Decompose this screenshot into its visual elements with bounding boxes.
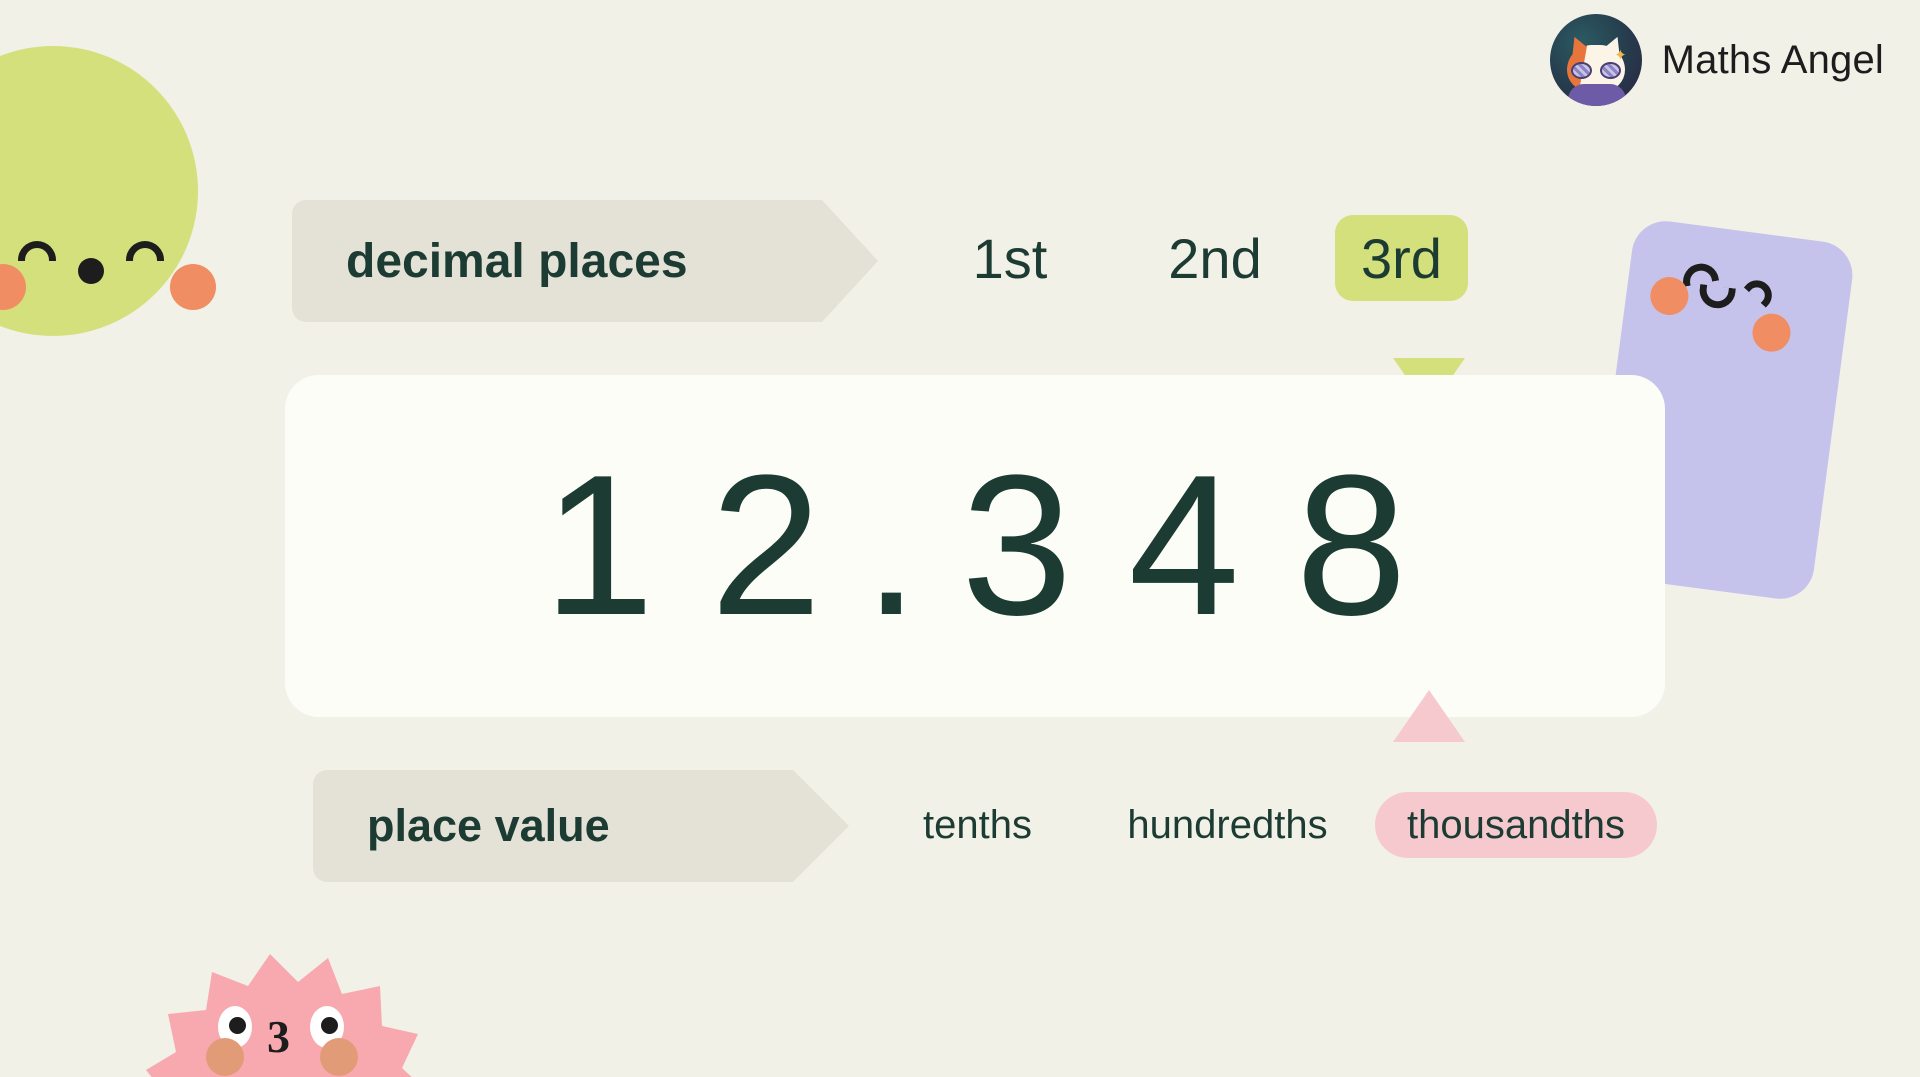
decimal-point: .: [863, 434, 920, 657]
digit-units: 2: [710, 434, 822, 657]
digit-thousandths: 8: [1295, 434, 1407, 657]
place-value-label: place value: [313, 770, 849, 882]
digit-tenths: 3: [961, 434, 1073, 657]
blush-left-icon: [0, 264, 26, 310]
ordinal-option-1st[interactable]: 1st: [955, 215, 1065, 301]
sunglasses-icon: [1570, 62, 1621, 79]
eye-right-icon: [126, 241, 164, 261]
triangle-up-icon: [1393, 690, 1465, 742]
ordinal-option-2nd[interactable]: 2nd: [1155, 215, 1275, 301]
brand-header: ✦ Maths Angel: [1549, 14, 1884, 106]
ordinal-option-3rd[interactable]: 3rd: [1335, 215, 1468, 301]
digit-ones: 1: [543, 434, 655, 657]
kawaii-spiky-blob-face-icon: 3: [130, 948, 440, 1077]
sparkle-icon: ✦: [1614, 47, 1627, 64]
place-value-tenths-text: tenths: [923, 802, 1032, 847]
place-value-option-tenths[interactable]: tenths: [905, 792, 1050, 858]
lens-left-icon: [1570, 62, 1592, 79]
ordinal-1st-text: 1st: [972, 226, 1048, 290]
ordinal-2nd-text: 2nd: [1168, 226, 1262, 290]
mouth-three-icon: 3: [267, 1011, 290, 1062]
place-value-label-text: place value: [367, 800, 610, 851]
mouth-icon: [78, 258, 104, 284]
smile-mouth-icon: [1697, 283, 1736, 311]
digit-hundredths: 4: [1128, 434, 1240, 657]
decimal-places-label-text: decimal places: [346, 234, 688, 288]
place-value-thousandths-text: thousandths: [1407, 802, 1625, 847]
ordinal-3rd-text: 3rd: [1361, 226, 1442, 290]
decimal-places-label: decimal places: [292, 200, 878, 322]
lens-right-icon: [1599, 62, 1621, 79]
wink-eye-right-icon: [1743, 274, 1779, 308]
brand-name: Maths Angel: [1661, 37, 1884, 82]
number-display: 1 2 . 3 4 8: [285, 375, 1665, 717]
eye-left-icon: [18, 241, 56, 261]
blush-left-icon: [206, 1038, 244, 1076]
place-value-option-thousandths[interactable]: thousandths: [1375, 792, 1657, 858]
kawaii-circle-face-icon: [0, 46, 216, 336]
cat-mascot-icon: ✦: [1549, 14, 1642, 106]
place-value-option-hundredths[interactable]: hundredths: [1100, 792, 1355, 858]
place-value-hundredths-text: hundredths: [1127, 802, 1328, 847]
mascot-body-icon: [1567, 84, 1626, 106]
lesson-canvas: 3 ✦ Maths Angel decimal places 1st 2nd 3…: [0, 0, 1920, 1077]
blush-right-icon: [1750, 311, 1793, 354]
number-card: 1 2 . 3 4 8: [285, 375, 1665, 717]
blush-right-icon: [320, 1038, 358, 1076]
blush-right-icon: [170, 264, 216, 310]
